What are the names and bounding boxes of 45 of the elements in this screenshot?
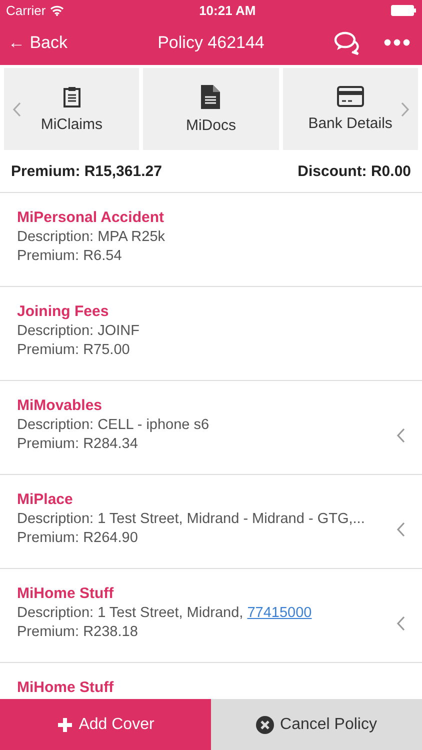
cancel-policy-button[interactable]: Cancel Policy (211, 699, 422, 750)
cover-title[interactable]: MiPersonal Accident (17, 209, 405, 226)
cover-description: Description: CELL - iphone s6 (17, 417, 210, 433)
wifi-icon (50, 4, 64, 16)
cover-premium: Premium: R6.54 (17, 248, 123, 264)
status-time: 10:21 AM (199, 2, 256, 18)
cover-title[interactable]: Joining Fees (17, 303, 405, 320)
menu-tile[interactable]: MiClaims (4, 68, 140, 150)
expand-chevron-icon[interactable] (396, 428, 405, 443)
credit-card-icon (336, 86, 364, 107)
tile-label: MiDocs (186, 116, 236, 134)
cover-title[interactable]: MiPlace (17, 491, 396, 508)
expand-chevron-icon[interactable] (396, 522, 405, 537)
chat-bubbles-icon[interactable] (334, 30, 362, 54)
battery-icon (391, 4, 416, 16)
cover-title[interactable]: MiMovables (17, 397, 396, 414)
phone-link[interactable]: 77415000 (247, 605, 312, 621)
cover-title[interactable]: MiHome Stuff (17, 679, 405, 696)
add-cover-button[interactable]: Add Cover (0, 699, 211, 750)
menu-tile[interactable]: Bank Details (282, 68, 418, 150)
tile-label: MiClaims (40, 116, 102, 132)
cover-premium: Premium: R75.00 (17, 342, 131, 358)
discount-total: Discount: R0.00 (298, 162, 411, 180)
cover-premium: Premium: R238.18 (17, 624, 139, 640)
close-circle-icon (256, 716, 274, 734)
cover-description: Description: 1 Test Street, Midrand, 77415000 (17, 605, 313, 621)
cover-premium: Premium: R284.34 (17, 436, 139, 452)
cover-description: Description: 1 Test Street, Midrand - Midrand - GTG,... (17, 511, 366, 527)
document-icon (201, 84, 220, 108)
tile-label: Bank Details (308, 115, 392, 132)
cover-premium: Premium: R264.90 (17, 530, 139, 546)
back-button[interactable]: ← Back (8, 32, 68, 52)
page-title: Policy 462144 (158, 32, 264, 52)
chevron-right-icon[interactable] (400, 102, 410, 117)
cover-description: Description: JOINF (17, 323, 140, 339)
cover-title[interactable]: MiHome Stuff (17, 585, 396, 602)
carrier-label: Carrier (6, 2, 46, 18)
chevron-left-icon[interactable] (12, 102, 21, 117)
clipboard-icon (62, 86, 81, 108)
cover-description: Description: MPA R25k (17, 229, 166, 245)
more-icon[interactable] (384, 39, 410, 46)
expand-chevron-icon[interactable] (396, 616, 405, 631)
premium-total: Premium: R15,361.27 (11, 162, 162, 180)
plus-icon (56, 717, 73, 733)
menu-tile[interactable]: MiDocs (143, 68, 279, 150)
